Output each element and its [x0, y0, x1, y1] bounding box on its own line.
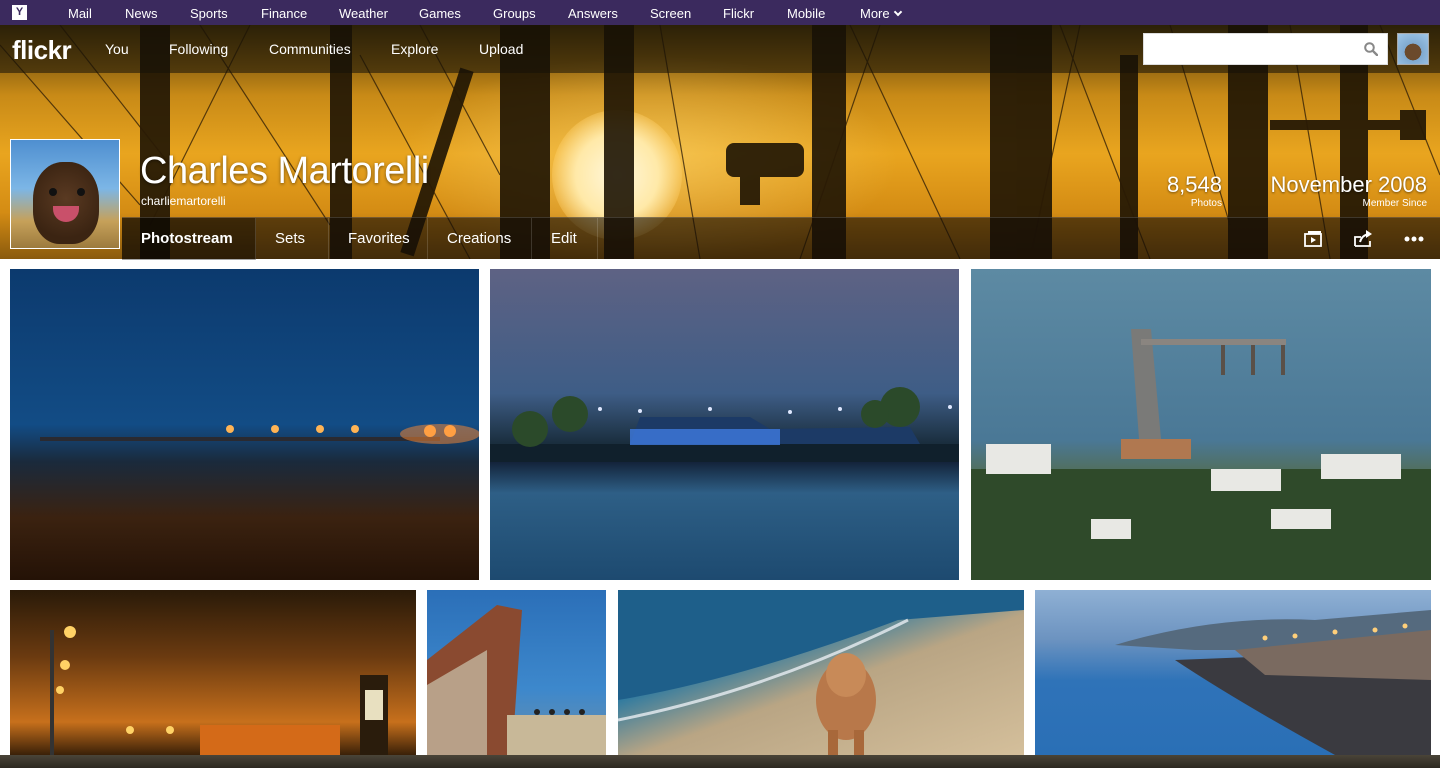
nav-you[interactable]: You	[105, 41, 129, 57]
slideshow-icon[interactable]	[1302, 228, 1324, 250]
yahoo-link-weather[interactable]: Weather	[339, 6, 388, 21]
search-input[interactable]	[1144, 34, 1354, 64]
photo-tile[interactable]	[618, 590, 1024, 755]
photo-pier-night	[40, 424, 479, 444]
chevron-down-icon	[893, 7, 902, 17]
yahoo-link-news[interactable]: News	[125, 6, 158, 21]
yahoo-link-sports[interactable]: Sports	[190, 6, 228, 21]
tab-creations[interactable]: Creations	[428, 218, 532, 260]
yahoo-link-more[interactable]: More	[860, 6, 902, 21]
photos-count-stat: 8,548 Photos	[1150, 172, 1222, 209]
avatar-dog	[33, 162, 99, 244]
photo-pavilion-dusk	[490, 387, 959, 462]
more-label: More	[860, 6, 890, 21]
yahoo-link-flickr[interactable]: Flickr	[723, 6, 754, 21]
photo-tile[interactable]	[490, 269, 959, 580]
photo-brick-ruin	[427, 605, 606, 755]
photos-count-value: 8,548	[1166, 172, 1222, 197]
more-icon[interactable]	[1403, 228, 1425, 250]
photo-tile[interactable]	[427, 590, 606, 755]
photo-tile[interactable]	[1035, 590, 1431, 755]
photo-tile[interactable]	[971, 269, 1431, 580]
yahoo-link-mobile[interactable]: Mobile	[787, 6, 825, 21]
share-icon[interactable]	[1352, 228, 1374, 250]
yahoo-link-finance[interactable]: Finance	[261, 6, 307, 21]
nav-explore[interactable]: Explore	[391, 41, 438, 57]
tab-photostream[interactable]: Photostream	[122, 218, 256, 260]
yahoo-link-mail[interactable]: Mail	[68, 6, 92, 21]
yahoo-link-groups[interactable]: Groups	[493, 6, 536, 21]
photo-dog-beach	[618, 590, 1024, 755]
flickr-logo[interactable]: flickr	[12, 35, 72, 66]
yahoo-link-answers[interactable]: Answers	[568, 6, 618, 21]
photo-night-lights	[50, 626, 388, 755]
user-avatar[interactable]	[1397, 33, 1429, 65]
flickr-top-nav: flickr You Following Communities Explore…	[0, 25, 1440, 73]
member-since-stat: November 2008 Member Since	[1250, 172, 1427, 209]
tab-edit[interactable]: Edit	[532, 218, 598, 260]
photos-count-label: Photos	[1190, 198, 1222, 209]
yahoo-link-games[interactable]: Games	[419, 6, 461, 21]
yahoo-logo-icon[interactable]: Y	[12, 5, 27, 20]
search-icon[interactable]	[1364, 42, 1378, 56]
yahoo-link-screen[interactable]: Screen	[650, 6, 691, 21]
profile-subnav: Photostream Sets Favorites Creations Edi…	[122, 217, 1440, 260]
yahoo-top-bar: Y Mail News Sports Finance Weather Games…	[0, 0, 1440, 25]
nav-upload[interactable]: Upload	[479, 41, 523, 57]
member-since-value: November 2008	[1270, 172, 1427, 197]
tab-favorites[interactable]: Favorites	[329, 218, 428, 260]
photo-pier-aerial	[971, 329, 1431, 580]
profile-avatar	[10, 139, 120, 249]
profile-username: charliemartorelli	[141, 194, 226, 208]
photo-coast-seawall	[1115, 610, 1431, 755]
nav-following[interactable]: Following	[169, 41, 228, 57]
member-since-label: Member Since	[1362, 198, 1427, 209]
search-box	[1143, 33, 1388, 65]
tab-sets[interactable]: Sets	[256, 218, 329, 260]
avatar-eye	[49, 188, 57, 196]
photo-tile[interactable]	[10, 590, 416, 755]
os-dock	[0, 755, 1440, 768]
photo-tile[interactable]	[10, 269, 479, 580]
profile-name: Charles Martorelli	[140, 150, 429, 192]
nav-communities[interactable]: Communities	[269, 41, 351, 57]
avatar-eye	[77, 188, 85, 196]
